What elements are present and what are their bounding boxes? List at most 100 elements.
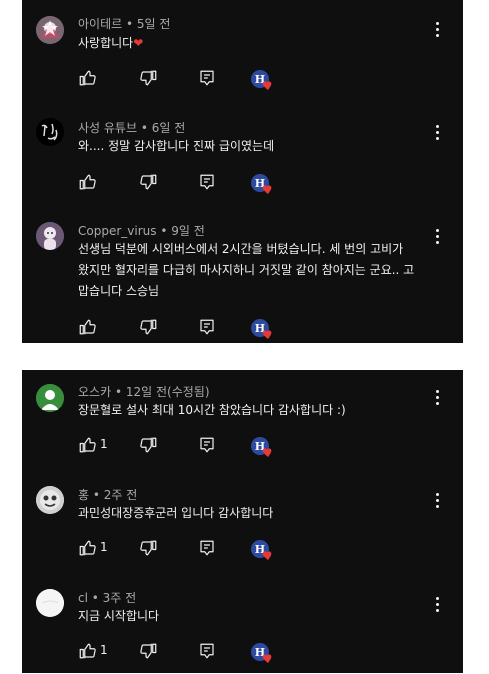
comment-body: 지금 시작합니다 — [78, 606, 428, 627]
like-count: 1 — [100, 540, 108, 554]
thumbs-up-icon — [79, 319, 96, 335]
more-options-button[interactable] — [431, 594, 443, 614]
creator-heart-badge: H — [249, 68, 275, 92]
thumbs-down-icon — [140, 540, 157, 556]
reply-icon — [200, 643, 214, 659]
meta-separator: • — [160, 224, 168, 238]
comment-text: 사랑합니다 — [78, 36, 134, 50]
avatar-calligraphy-icon — [36, 118, 64, 146]
avatar-cartoon-icon — [36, 486, 64, 514]
dislike-button[interactable] — [140, 436, 158, 456]
dislike-button[interactable] — [140, 539, 158, 559]
comment-actions: 1 H — [78, 538, 308, 562]
like-button[interactable] — [78, 318, 96, 338]
more-options-button[interactable] — [431, 226, 443, 246]
comment-body: 장문혈로 설사 최대 10시간 참았습니다 감사합니다 :) — [78, 400, 438, 421]
author-avatar[interactable] — [36, 384, 64, 412]
comment-body: 과민성대장증후군러 입니다 감사합니다 — [78, 503, 428, 524]
thumbs-down-icon — [140, 70, 157, 86]
reply-button[interactable] — [198, 318, 216, 338]
comment-meta: 사성 유튜브 • 6일 전 — [78, 119, 185, 136]
author-avatar[interactable] — [36, 589, 64, 617]
reply-button[interactable] — [198, 642, 216, 662]
comment-time[interactable]: 2주 전 — [104, 488, 138, 502]
reply-button[interactable] — [198, 173, 216, 193]
comment-text: 장문혈로 설사 최대 10시간 참았습니다 감사합니다 :) — [78, 403, 346, 417]
thumbs-up-icon — [79, 643, 96, 659]
meta-separator: • — [92, 488, 100, 502]
reply-icon — [200, 319, 214, 335]
like-button[interactable] — [78, 173, 96, 193]
more-options-button[interactable] — [431, 19, 443, 39]
comment-meta: 아이테르 • 5일 전 — [78, 15, 170, 32]
avatar-star-figure-icon — [36, 16, 64, 44]
comments-panel-bottom: 오스카 • 12일 전(수정됨) 장문혈로 설사 최대 10시간 참았습니다 감… — [22, 370, 463, 673]
creator-heart-icon: H — [251, 643, 272, 663]
comment-text-line: 선생님 덕분에 시외버스에서 2시간을 버텼습니다. 세 번의 고비가 — [78, 242, 404, 256]
author-name[interactable]: Copper_virus — [78, 224, 157, 238]
thumbs-up-icon — [79, 174, 96, 190]
more-options-button[interactable] — [431, 387, 443, 407]
creator-heart-badge: H — [249, 317, 275, 341]
comment-text-line: 맙습니다 스승님 — [78, 284, 160, 298]
author-name[interactable]: cl — [78, 591, 88, 605]
like-button[interactable] — [78, 69, 96, 89]
comment-text: 과민성대장증후군러 입니다 감사합니다 — [78, 506, 274, 520]
avatar-green-person-icon — [36, 384, 64, 412]
creator-heart-badge: H — [249, 538, 275, 562]
dislike-button[interactable] — [140, 69, 158, 89]
reply-icon — [200, 437, 214, 453]
author-avatar[interactable] — [36, 118, 64, 146]
more-options-button[interactable] — [431, 122, 443, 142]
comment-meta: Copper_virus • 9일 전 — [78, 222, 205, 239]
thumbs-down-icon — [140, 174, 157, 190]
thumbs-up-icon — [79, 540, 96, 556]
dislike-button[interactable] — [140, 173, 158, 193]
comment-time[interactable]: 9일 전 — [171, 224, 205, 238]
more-options-button[interactable] — [431, 490, 443, 510]
author-avatar[interactable] — [36, 16, 64, 44]
comment-text: 와.... 정말 감사합니다 진짜 급이였는데 — [78, 139, 275, 153]
like-count: 1 — [100, 437, 108, 451]
author-name[interactable]: 아이테르 — [78, 17, 122, 31]
meta-separator: • — [126, 17, 134, 31]
reply-icon — [200, 540, 214, 556]
reply-icon — [200, 70, 214, 86]
meta-separator: • — [140, 121, 148, 135]
comment-time[interactable]: 5일 전 — [137, 17, 171, 31]
creator-heart-badge: H — [249, 435, 275, 459]
comment-actions: 1 H — [78, 435, 308, 459]
comments-panel-top: 아이테르 • 5일 전 사랑합니다❤ H 사성 유튜브 • 6일 전 와....… — [22, 0, 463, 343]
comment-actions: H — [78, 317, 308, 341]
author-name[interactable]: 오스카 — [78, 385, 111, 399]
author-name[interactable]: 홍 — [78, 488, 89, 502]
creator-heart-badge: H — [249, 641, 275, 665]
creator-heart-icon: H — [251, 319, 272, 339]
dislike-button[interactable] — [140, 642, 158, 662]
comment-time[interactable]: 6일 전 — [152, 121, 186, 135]
heart-emoji: ❤ — [133, 36, 144, 50]
author-avatar[interactable] — [36, 486, 64, 514]
comment-body: 사랑합니다❤ — [78, 33, 428, 54]
reply-button[interactable] — [198, 436, 216, 456]
author-avatar[interactable] — [36, 222, 64, 250]
creator-heart-badge: H — [249, 172, 275, 196]
author-name[interactable]: 사성 유튜브 — [78, 121, 137, 135]
avatar-white-circle-icon — [36, 589, 64, 617]
dislike-button[interactable] — [140, 318, 158, 338]
comment-text-line: 왔지만 혈자리를 다급히 마사지하니 거짓말 같이 참아지는 군요.. 고 — [78, 263, 415, 277]
like-button[interactable]: 1 — [78, 539, 108, 559]
comment-time[interactable]: 12일 전(수정됨) — [126, 385, 210, 399]
like-button[interactable]: 1 — [78, 642, 108, 662]
like-count: 1 — [100, 643, 108, 657]
reply-button[interactable] — [198, 69, 216, 89]
reply-button[interactable] — [198, 539, 216, 559]
comment-time[interactable]: 3주 전 — [103, 591, 137, 605]
thumbs-down-icon — [140, 437, 157, 453]
like-button[interactable]: 1 — [78, 436, 108, 456]
comment-actions: H — [78, 68, 308, 92]
reply-icon — [200, 174, 214, 190]
meta-separator: • — [114, 385, 123, 399]
meta-separator: • — [91, 591, 99, 605]
thumbs-down-icon — [140, 319, 157, 335]
